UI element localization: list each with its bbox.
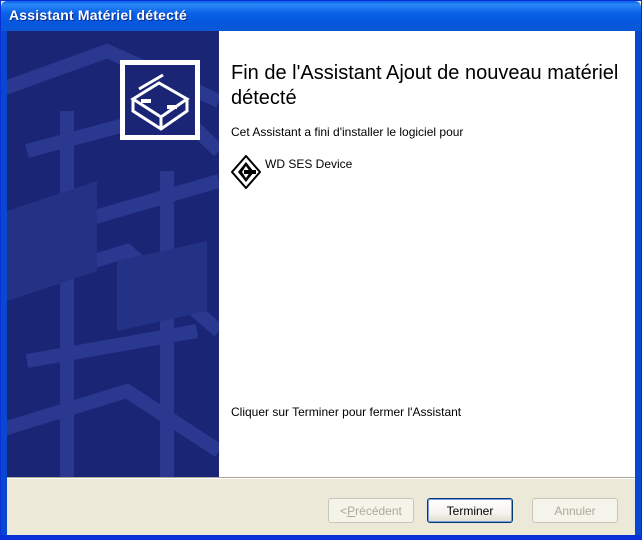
wizard-window: Assistant Matériel détecté Fin de l'Assi… — [0, 0, 642, 540]
previous-label-prefix: < — [340, 503, 348, 518]
hardware-wizard-icon — [119, 59, 201, 141]
window-title: Assistant Matériel détecté — [9, 7, 187, 23]
window-border-right — [635, 31, 641, 535]
finish-instruction: Cliquer sur Terminer pour fermer l'Assis… — [231, 405, 462, 419]
button-separator — [7, 477, 635, 479]
previous-label-accel: P — [347, 503, 356, 518]
wizard-content: Fin de l'Assistant Ajout de nouveau maté… — [7, 31, 635, 477]
title-bar[interactable]: Assistant Matériel détecté — [1, 1, 641, 31]
installed-text: Cet Assistant a fini d'installer le logi… — [231, 125, 464, 139]
device-name: WD SES Device — [265, 157, 353, 171]
wizard-heading: Fin de l'Assistant Ajout de nouveau maté… — [231, 62, 619, 109]
cancel-label: Annuler — [554, 503, 596, 518]
wizard-side-panel — [7, 31, 219, 477]
cancel-button[interactable]: Annuler — [532, 498, 618, 523]
window-border-bottom — [1, 535, 642, 540]
generic-device-icon — [230, 154, 262, 190]
previous-button[interactable]: < Précédent — [328, 498, 414, 523]
finish-label: Terminer — [446, 503, 494, 518]
previous-label-rest: récédent — [355, 503, 402, 518]
finish-button[interactable]: Terminer — [427, 498, 513, 523]
